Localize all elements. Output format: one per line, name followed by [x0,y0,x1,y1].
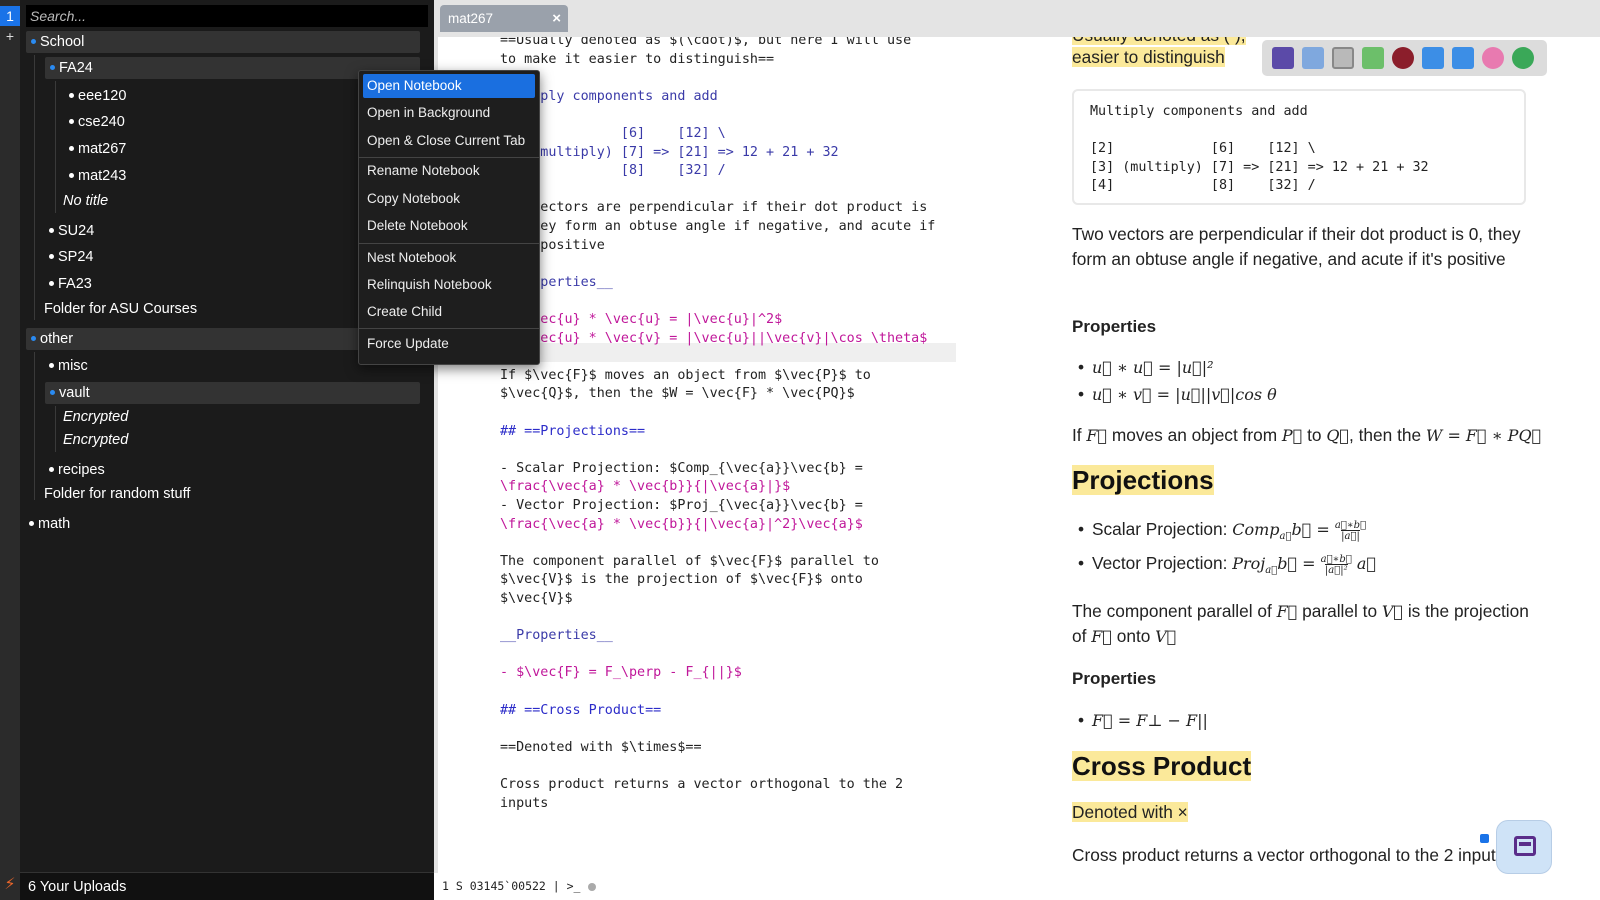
editor-line: - Vector Projection: $Proj_{\vec{a}}\vec… [500,498,863,513]
menu-create-child[interactable]: Create Child [363,300,535,324]
editor-line: ==Denoted with $\times$== [500,739,702,755]
editor-line: - $\vec{F} = F_\perp - F_{||}$ [500,665,742,681]
book-icon[interactable] [1302,47,1324,69]
activity-strip: 1 + ⚡ [0,0,20,900]
editor-line: [3] (multiply) [7] => [21] => 12 + 21 + … [500,144,839,160]
editor-line: - Scalar Projection: $Comp_{\vec{a}}\vec… [500,460,863,476]
tree-item-su24[interactable]: SU24 [49,220,94,242]
menu-open-in-background[interactable]: Open in Background [363,101,535,125]
tree-item-mat267[interactable]: mat267 [69,138,126,160]
menu-open-close-current-tab[interactable]: Open & Close Current Tab [363,129,535,153]
list-item: u⃗ ∗ v⃗ = |u⃗||v⃗|cos θ [1078,384,1277,405]
assistant-button[interactable] [1496,820,1552,874]
editor-line: The component parallel of $\vec{F}$ para… [500,553,879,569]
editor-line: ## ==Projections== [500,423,646,439]
menu-nest-notebook[interactable]: Nest Notebook [363,246,535,270]
editor-line: inputs [500,795,549,811]
status-dot-icon [588,882,597,891]
editor-line: ==Usually denoted as $(\cdot)$, but here… [500,37,912,48]
other-description: Folder for random stuff [44,486,191,502]
lightning-icon[interactable]: ⚡ [0,874,20,894]
trash-icon[interactable] [1332,47,1354,69]
editor-line: $\vec{V}$ is the projection of $\vec{F}$… [500,572,863,588]
editor-line: Two vectors are perpendicular if their d… [500,200,928,216]
eye-icon[interactable] [1392,47,1414,69]
brain-icon[interactable] [1482,47,1504,69]
tree-item-eee120[interactable]: eee120 [69,85,126,107]
school-description: Folder for ASU Courses [44,301,198,317]
add-workspace-button[interactable]: + [0,28,20,44]
tree-item-cse240[interactable]: cse240 [69,111,125,133]
markdown-preview: Usually denoted as (⋅), easier to distin… [1044,37,1600,900]
editor-line: Cross product returns a vector orthogona… [500,777,904,792]
properties-heading: Properties [1072,669,1157,688]
menu-delete-notebook[interactable]: Delete Notebook [363,214,535,238]
work-paragraph: If F⃗ moves an object from P⃗ to Q⃗, the… [1072,425,1542,445]
parallel-paragraph: The component parallel of F⃗ parallel to… [1072,601,1529,646]
editor-line: $\vec{Q}$, then the $W = \vec{F} * \vec{… [500,386,855,402]
tree-item-fa23[interactable]: FA23 [49,273,92,295]
editor-line: If $\vec{F}$ moves an object from $\vec{… [500,367,871,383]
notification-dot [1480,834,1489,843]
menu-relinquish-notebook[interactable]: Relinquish Notebook [363,273,535,297]
tree-item-recipes[interactable]: recipes [49,459,105,481]
uploads-button[interactable]: 6 Your Uploads [20,872,434,900]
list-item: Scalar Projection: Compa⃗b⃗ = a⃗∗b⃗|a⃗| [1078,519,1366,542]
preview-top-highlight: easier to distinguish [1072,47,1225,67]
menu-open-notebook[interactable]: Open Notebook [363,74,535,98]
preview-toolbar [1262,40,1547,76]
list-item: u⃗ ∗ u⃗ = |u⃗|² [1078,357,1213,378]
menu-rename-notebook[interactable]: Rename Notebook [363,159,535,183]
editor-line: $\vec{V}$ [500,591,573,606]
fa24-description: No title [63,193,109,209]
vault-encrypted-label: Encrypted [63,409,129,425]
cross-product-heading: Cross Product [1072,751,1252,781]
context-menu: Open Notebook Open in Background Open & … [358,70,540,365]
status-text: 1 S 03145`00522 | >_ [442,879,581,893]
menu-force-update[interactable]: Force Update [363,332,535,356]
search-input[interactable] [26,5,428,27]
editor-line: \frac{\vec{a} * \vec{b}}{|\vec{a}|}$ [500,479,791,495]
cross-paragraph: Cross product returns a vector orthogona… [1072,845,1505,865]
perpendicular-paragraph: Two vectors are perpendicular if their d… [1072,224,1521,269]
editor-line: ## ==Cross Product== [500,702,662,718]
tree-item-mat243[interactable]: mat243 [69,165,126,187]
close-tab-icon[interactable]: × [552,5,561,32]
menu-copy-notebook[interactable]: Copy Notebook [363,187,535,211]
recycle-icon[interactable] [1512,47,1534,69]
editor-line: __Properties__ [500,628,613,644]
chat-icon [1514,836,1536,856]
tree-item-school[interactable]: School [26,31,420,53]
save-icon[interactable] [1272,47,1294,69]
list-item: F⃗ = F⊥ − F|| [1078,710,1208,731]
tree-item-math[interactable]: math [29,513,70,535]
vault-encrypted-label: Encrypted [63,432,129,448]
tree-item-vault[interactable]: vault [45,382,420,404]
tree-item-misc[interactable]: misc [49,355,88,377]
tab-bar: mat267 × [434,0,1600,37]
editor-line: to make it easier to distinguish== [500,51,775,67]
tree-item-sp24[interactable]: SP24 [49,246,93,268]
arrow-left-icon[interactable] [1422,47,1444,69]
editor-status-bar: 1 S 03145`00522 | >_ [434,873,1044,900]
current-line-highlight [496,343,956,362]
list-item: Vector Projection: Proja⃗b⃗ = a⃗∗b⃗|a⃗|²… [1078,553,1376,576]
editor-line: \frac{\vec{a} * \vec{b}}{|\vec{a}|^2}\ve… [500,516,863,532]
code-block: Multiply components and add [2] [6] [12]… [1072,89,1526,205]
image-icon[interactable] [1362,47,1384,69]
properties-heading: Properties [1072,317,1157,336]
projections-heading: Projections [1072,465,1214,495]
editor-line: - $\vec{u} * \vec{v} = |\vec{u}||\vec{v}… [500,330,928,346]
denoted-highlight: Denoted with × [1072,802,1188,822]
tab-mat267[interactable]: mat267 × [440,5,568,32]
arrow-right-icon[interactable] [1452,47,1474,69]
editor-line: 0, they form an obtuse angle if negative… [500,219,936,234]
editor-line: - $\vec{u} * \vec{u} = |\vec{u}|^2$ [500,312,783,327]
workspace-1-button[interactable]: 1 [0,6,20,26]
